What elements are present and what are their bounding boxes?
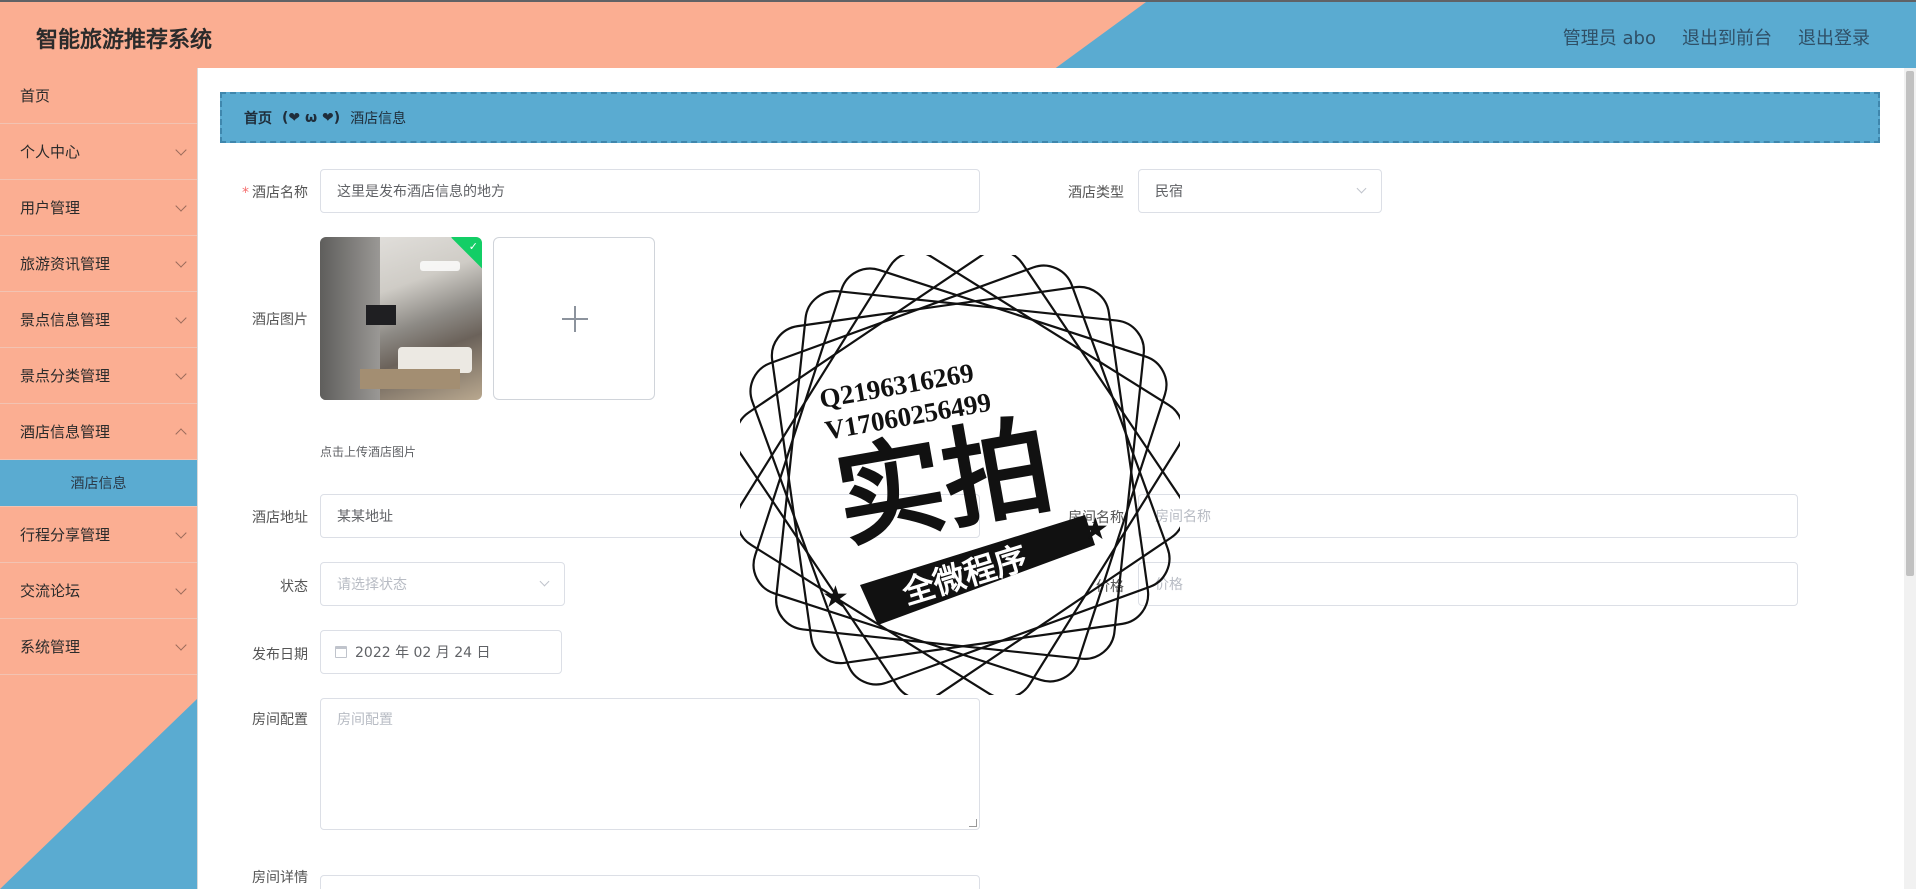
chevron-down-icon [175,200,187,212]
room-config-placeholder: 房间配置 [337,712,393,728]
sidebar-item-home[interactable]: 首页 [0,68,197,124]
sidebar-item-label: 酒店信息 [70,476,127,492]
price-label: 价格 [1096,579,1124,595]
chevron-down-icon [175,527,187,539]
photo-tv [366,305,396,325]
chevron-up-icon [175,428,187,440]
scrollbar-thumb[interactable] [1906,71,1914,576]
watermark-line1: Q2196316269 [817,357,976,414]
status-placeholder: 请选择状态 [337,577,407,593]
room-config-textarea[interactable]: 房间配置 [320,698,980,830]
app-title: 智能旅游推荐系统 [36,28,213,53]
upload-tip: 点击上传酒店图片 [320,445,417,459]
sidebar-item-label: 系统管理 [20,638,81,656]
publish-date-picker[interactable]: 2022 年 02 月 24 日 [320,630,562,674]
watermark-ribbon-text: 全微程序 [897,538,1031,612]
sidebar-item-label: 酒店信息管理 [20,423,111,441]
watermark-line2: V17060256499 [823,387,994,446]
publish-date-label: 发布日期 [252,647,308,663]
admin-user-label: 管理员 abo [1562,28,1656,49]
sidebar-item-hotel-management[interactable]: 酒店信息管理 [0,404,197,460]
room-name-label: 房间名称 [1068,510,1124,526]
hotel-type-value: 民宿 [1155,184,1183,200]
sidebar-item-scenic-category[interactable]: 景点分类管理 [0,348,197,404]
sidebar-item-travel-news[interactable]: 旅游资讯管理 [0,236,197,292]
sidebar-item-label: 用户管理 [20,199,81,217]
breadcrumb-separator: (❤ ω ❤) [282,109,341,126]
required-asterisk: * [242,185,249,201]
hotel-name-label-text: 酒店名称 [252,185,308,201]
hotel-type-label: 酒店类型 [1068,185,1124,201]
sidebar-item-label: 景点信息管理 [20,311,111,329]
sidebar-item-forum[interactable]: 交流论坛 [0,563,197,619]
sidebar-item-label: 个人中心 [20,143,81,161]
plus-icon-vertical [574,306,576,332]
sidebar-item-label: 景点分类管理 [20,367,111,385]
price-input[interactable]: 价格 [1138,562,1798,606]
hotel-type-select[interactable]: 民宿 [1138,169,1382,213]
sidebar-item-label: 首页 [20,87,51,105]
logout-link[interactable]: 退出登录 [1798,24,1870,50]
room-detail-editor[interactable] [320,875,980,889]
sidebar-decoration [0,699,197,889]
exit-to-front-link[interactable]: 退出到前台 [1682,24,1772,50]
check-icon: ✓ [468,240,478,253]
top-header: 智能旅游推荐系统 管理员 abo 退出到前台 退出登录 [0,0,1916,68]
chevron-down-icon [1356,183,1367,194]
room-name-input[interactable]: 房间名称 [1138,494,1798,538]
chevron-down-icon [175,583,187,595]
publish-date-value: 2022 年 02 月 24 日 [355,645,491,661]
sidebar-item-label: 行程分享管理 [20,526,111,544]
hotel-name-input[interactable]: 这里是发布酒店信息的地方 [320,169,980,213]
chevron-down-icon [175,368,187,380]
chevron-down-icon [175,312,187,324]
watermark-big-text: 实拍 [827,403,1061,564]
hotel-image-label: 酒店图片 [252,312,308,328]
sidebar-item-label: 交流论坛 [20,582,81,600]
sidebar: 首页 个人中心 用户管理 旅游资讯管理 景点信息管理 景点分类管理 酒店信息管理… [0,68,197,889]
breadcrumb-current: 酒店信息 [350,110,407,127]
calendar-icon [335,646,347,658]
chevron-down-icon [175,639,187,651]
hotel-name-label: * 酒店名称 [220,182,308,202]
status-select[interactable]: 请选择状态 [320,562,565,606]
chevron-down-icon [175,256,187,268]
chevron-down-icon [175,144,187,156]
header-nav: 管理员 abo 退出到前台 退出登录 [1563,24,1870,50]
room-detail-label: 房间详情 [252,870,308,886]
sidebar-item-personal-center[interactable]: 个人中心 [0,124,197,180]
photo-rug [360,369,460,389]
sidebar-item-scenic-info[interactable]: 景点信息管理 [0,292,197,348]
hotel-address-input[interactable]: 某某地址 [320,494,980,538]
watermark-stamp: Q2196316269 V17060256499 实拍 全微程序 ★ ★ [740,255,1180,695]
page-scrollbar[interactable] [1904,68,1916,889]
breadcrumb: 首页 (❤ ω ❤) 酒店信息 [220,92,1880,143]
sidebar-divider [197,68,198,889]
hotel-address-label: 酒店地址 [252,510,308,526]
hotel-address-value: 某某地址 [337,509,393,525]
room-config-label: 房间配置 [252,712,308,728]
sidebar-item-system[interactable]: 系统管理 [0,619,197,675]
sidebar-subitem-hotel-info[interactable]: 酒店信息 [0,460,197,507]
resize-handle-icon[interactable] [969,819,977,827]
sidebar-item-label: 旅游资讯管理 [20,255,111,273]
room-name-placeholder: 房间名称 [1155,509,1211,525]
price-placeholder: 价格 [1155,577,1183,593]
sidebar-item-user-management[interactable]: 用户管理 [0,180,197,236]
chevron-down-icon [539,576,550,587]
hotel-image-thumbnail[interactable]: ✓ [320,237,482,400]
hotel-name-value: 这里是发布酒店信息的地方 [337,184,505,200]
star-icon: ★ [822,580,849,615]
photo-lamp [420,261,460,271]
sidebar-item-trip-share[interactable]: 行程分享管理 [0,507,197,563]
breadcrumb-home[interactable]: 首页 [244,108,272,128]
upload-add-button[interactable] [493,237,655,400]
status-label: 状态 [280,579,308,595]
